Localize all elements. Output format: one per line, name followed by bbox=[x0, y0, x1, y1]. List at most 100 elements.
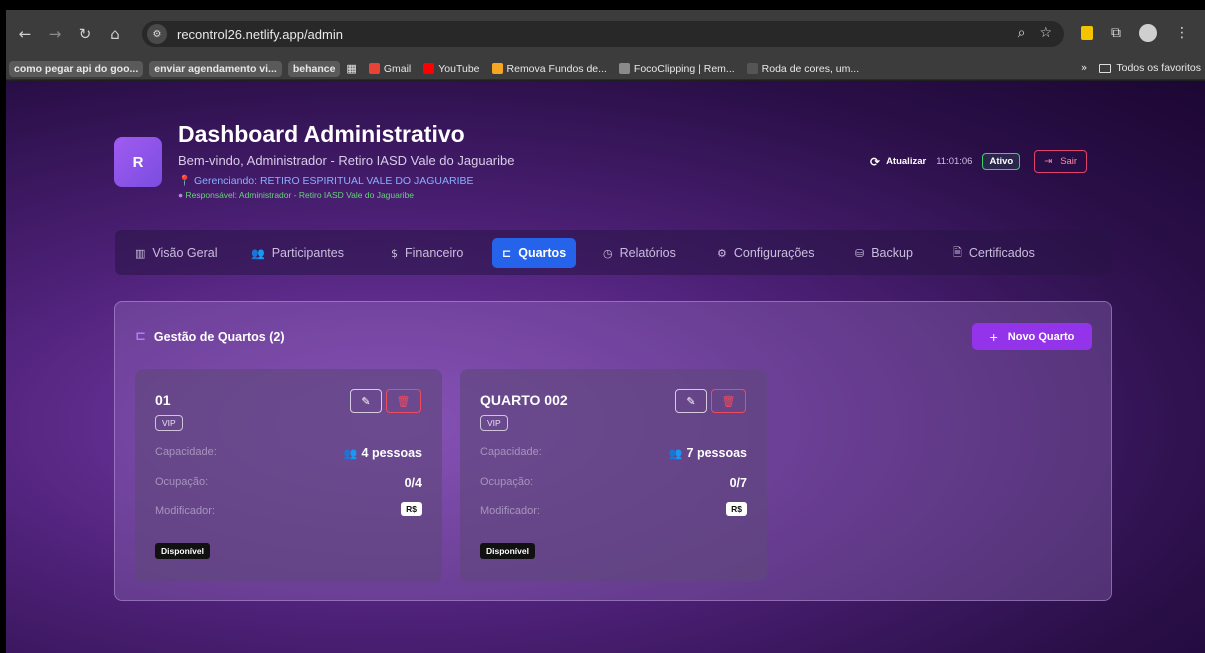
tab-certificados[interactable]: 🗎 Certificados bbox=[943, 238, 1045, 268]
bookmark-item[interactable]: YouTube bbox=[423, 62, 480, 75]
responsible-label: Responsável: Administrador - Retiro IASD… bbox=[185, 190, 415, 200]
bookmark-label: Roda de cores, um... bbox=[761, 62, 860, 75]
new-room-button[interactable]: + Novo Quarto bbox=[972, 323, 1092, 350]
zoom-icon[interactable]: ⌕ bbox=[1018, 25, 1026, 41]
reload-icon[interactable]: ↻ bbox=[74, 23, 96, 45]
browser-window: ← → ↻ ⌂ ⚙ recontrol26.netlify.app/admin … bbox=[6, 10, 1205, 653]
room-name: 01 bbox=[155, 392, 171, 408]
color-wheel-icon bbox=[746, 63, 758, 74]
room-card[interactable]: QUARTO 002 VIP ✎ 🗑 Capacidade: 👥 7 pessoa… bbox=[460, 369, 767, 582]
tab-configuracoes[interactable]: ⚙ Configurações bbox=[707, 238, 824, 268]
modifier-badge: R$ bbox=[401, 502, 422, 516]
trash-icon: 🗑 bbox=[396, 394, 411, 408]
bookmark-star-icon[interactable]: ☆ bbox=[1039, 25, 1052, 41]
bookmark-label: YouTube bbox=[438, 62, 480, 75]
capacity-value-text: 4 pessoas bbox=[361, 446, 422, 460]
extensions-puzzle-icon[interactable]: ⧉ bbox=[1111, 25, 1121, 41]
tab-participantes[interactable]: 👥 Participantes bbox=[241, 238, 354, 268]
all-bookmarks-folder[interactable]: Todos os favoritos bbox=[1099, 62, 1201, 74]
database-icon: ⛁ bbox=[855, 246, 865, 260]
admin-page: R Dashboard Administrativo Bem-vindo, Ad… bbox=[6, 81, 1205, 653]
availability-badge: Disponível bbox=[480, 543, 535, 559]
document-icon: 🗎 bbox=[953, 245, 962, 259]
home-icon[interactable]: ⌂ bbox=[104, 23, 126, 45]
apps-grid-icon[interactable]: ▦ bbox=[346, 62, 356, 75]
refresh-button[interactable]: ⟳ Atualizar bbox=[870, 155, 926, 169]
tab-backup[interactable]: ⛁ Backup bbox=[845, 238, 923, 268]
bookmark-item[interactable]: como pegar api do goo... bbox=[9, 60, 144, 77]
edit-room-button[interactable]: ✎ bbox=[675, 389, 707, 413]
tab-quartos[interactable]: ⊏ Quartos bbox=[492, 238, 577, 268]
clock-icon: ◷ bbox=[603, 246, 613, 260]
bookmark-item[interactable]: behance bbox=[287, 60, 341, 77]
rooms-panel-title-text: Gestão de Quartos (2) bbox=[153, 329, 285, 344]
trash-icon: 🗑 bbox=[721, 394, 736, 408]
tab-label: Financeiro bbox=[405, 246, 464, 260]
bar-chart-icon: ▥ bbox=[135, 246, 146, 260]
page-title: Dashboard Administrativo bbox=[178, 121, 465, 147]
capacity-value-text: 7 pessoas bbox=[686, 446, 747, 460]
edit-icon: ✎ bbox=[686, 394, 696, 408]
availability-badge: Disponível bbox=[155, 543, 210, 559]
bookmark-label: como pegar api do goo... bbox=[14, 62, 139, 75]
capacity-label: Capacidade: bbox=[155, 446, 217, 458]
bookmark-label: enviar agendamento vi... bbox=[154, 62, 277, 75]
address-bar[interactable]: ⚙ recontrol26.netlify.app/admin ⌕ ☆ bbox=[142, 21, 1064, 47]
main-tabs: ▥ Visão Geral 👥 Participantes $ Financeiro … bbox=[115, 230, 1112, 275]
removebg-icon bbox=[491, 63, 503, 74]
capacity-value: 👥 4 pessoas bbox=[344, 446, 422, 460]
forward-icon[interactable]: → bbox=[44, 23, 66, 45]
welcome-text: Bem-vindo, Administrador - Retiro IASD V… bbox=[178, 153, 515, 168]
bookmark-item[interactable]: Remova Fundos de... bbox=[491, 62, 607, 75]
logout-label: Sair bbox=[1060, 156, 1078, 167]
bookmark-label: Gmail bbox=[383, 62, 412, 75]
refresh-label: Atualizar bbox=[886, 156, 927, 167]
delete-room-button[interactable]: 🗑 bbox=[386, 389, 421, 413]
app-logo: R bbox=[114, 137, 162, 187]
modifier-label: Modificador: bbox=[480, 505, 540, 517]
bookmark-item[interactable]: Roda de cores, um... bbox=[746, 62, 860, 75]
header-actions: ⟳ Atualizar 11:01:06 Ativo ⇥ Sair bbox=[870, 150, 1088, 173]
tab-label: Quartos bbox=[518, 246, 567, 260]
bookmark-label: behance bbox=[292, 62, 336, 75]
site-info-icon[interactable]: ⚙ bbox=[147, 24, 167, 44]
users-icon: 👥 bbox=[251, 246, 265, 260]
edit-room-button[interactable]: ✎ bbox=[350, 389, 382, 413]
fococlipping-icon bbox=[618, 63, 630, 74]
tab-label: Configurações bbox=[733, 246, 815, 260]
room-type-badge: VIP bbox=[155, 415, 183, 431]
bookmark-item[interactable]: FocoClipping | Rem... bbox=[618, 63, 735, 75]
more-bookmarks-icon[interactable]: » bbox=[1081, 62, 1087, 74]
tab-visao-geral[interactable]: ▥ Visão Geral bbox=[125, 238, 228, 268]
room-card[interactable]: 01 VIP ✎ 🗑 Capacidade: 👥 4 pessoas Ocupaç… bbox=[135, 369, 442, 582]
profile-avatar[interactable] bbox=[1139, 24, 1157, 42]
bookmark-item[interactable]: enviar agendamento vi... bbox=[149, 60, 282, 77]
user-icon: ● bbox=[178, 190, 184, 200]
logout-icon: ⇥ bbox=[1044, 156, 1053, 167]
all-bookmarks-label: Todos os favoritos bbox=[1116, 62, 1201, 74]
tab-relatorios[interactable]: ◷ Relatórios bbox=[593, 238, 686, 268]
logout-button[interactable]: ⇥ Sair bbox=[1034, 150, 1088, 173]
gmail-icon bbox=[368, 63, 380, 74]
menu-dots-icon[interactable]: ⋮ bbox=[1175, 25, 1189, 41]
edit-icon: ✎ bbox=[361, 394, 371, 408]
bookmark-item[interactable]: Gmail bbox=[368, 62, 412, 75]
refresh-icon: ⟳ bbox=[870, 154, 881, 169]
users-icon: 👥 bbox=[668, 446, 683, 460]
url-text[interactable]: recontrol26.netlify.app/admin bbox=[177, 27, 343, 42]
extension-icon[interactable] bbox=[1081, 26, 1093, 40]
gear-icon: ⚙ bbox=[717, 246, 727, 260]
managing-text: 📍 Gerenciando: RETIRO ESPIRITUAL VALE DO… bbox=[178, 174, 474, 187]
browser-toolbar: ← → ↻ ⌂ ⚙ recontrol26.netlify.app/admin … bbox=[6, 10, 1205, 58]
rooms-panel: ⊏ Gestão de Quartos (2) + Novo Quarto 01… bbox=[114, 301, 1112, 601]
plus-icon: + bbox=[989, 328, 998, 345]
back-icon[interactable]: ← bbox=[14, 23, 36, 45]
rooms-panel-title: ⊏ Gestão de Quartos (2) bbox=[135, 329, 285, 344]
occupancy-value: 0/7 bbox=[729, 476, 747, 490]
bookmark-label: Remova Fundos de... bbox=[506, 62, 607, 75]
tab-label: Participantes bbox=[271, 246, 344, 260]
tab-financeiro[interactable]: $ Financeiro bbox=[381, 238, 473, 268]
delete-room-button[interactable]: 🗑 bbox=[711, 389, 746, 413]
occupancy-value: 0/4 bbox=[404, 476, 422, 490]
occupancy-label: Ocupação: bbox=[155, 476, 209, 488]
